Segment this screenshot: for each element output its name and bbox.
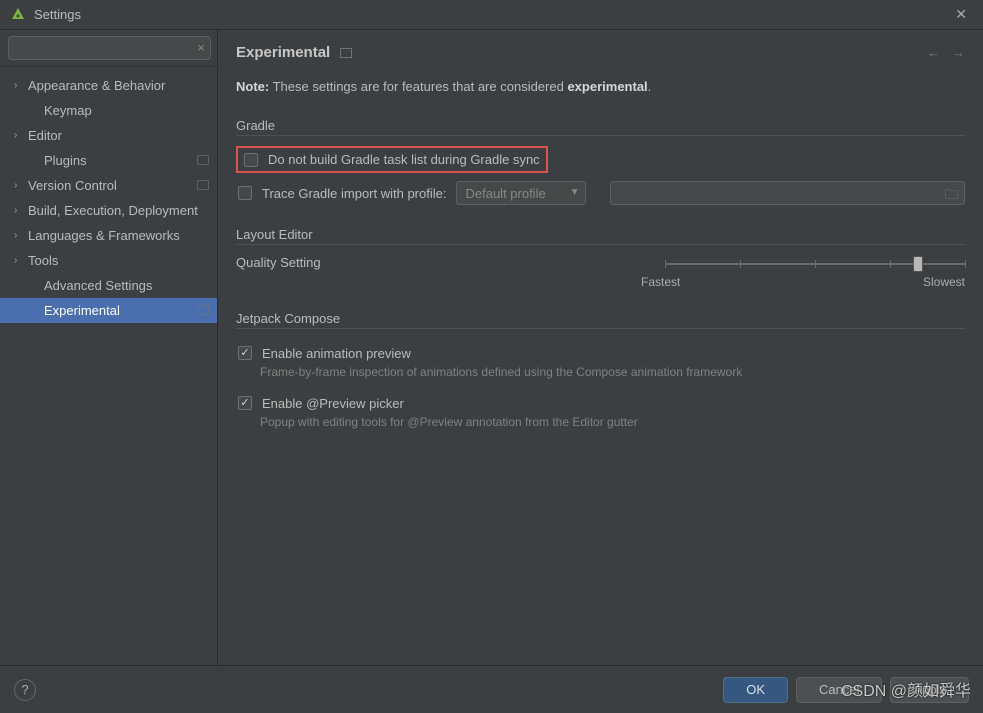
trace-gradle-label: Trace Gradle import with profile: [262, 186, 446, 201]
close-icon[interactable]: ✕ [949, 6, 973, 23]
sidebar-item-tools[interactable]: ›Tools [0, 248, 217, 273]
sidebar-item-languages-frameworks[interactable]: ›Languages & Frameworks [0, 223, 217, 248]
sidebar-item-version-control[interactable]: ›Version Control [0, 173, 217, 198]
breadcrumb: Experimental [236, 44, 352, 61]
clear-search-icon[interactable]: × [197, 40, 205, 55]
enable-preview-picker-label: Enable @Preview picker [262, 396, 404, 411]
page-title: Experimental [236, 44, 330, 61]
gradle-tasklist-label: Do not build Gradle task list during Gra… [268, 152, 540, 167]
window-title: Settings [34, 7, 949, 22]
sidebar-item-keymap[interactable]: ›Keymap [0, 98, 217, 123]
sidebar-item-label: Appearance & Behavior [28, 78, 217, 93]
expand-arrow-icon: › [14, 80, 26, 91]
layout-editor-section: Layout Editor Quality Setting Fastest Sl… [236, 227, 965, 289]
quality-label: Quality Setting [236, 255, 321, 270]
sidebar-item-advanced-settings[interactable]: ›Advanced Settings [0, 273, 217, 298]
project-scope-icon [197, 155, 209, 165]
sidebar-item-build-execution-deployment[interactable]: ›Build, Execution, Deployment [0, 198, 217, 223]
sidebar-item-label: Build, Execution, Deployment [28, 203, 217, 218]
gradle-heading: Gradle [236, 118, 283, 133]
trace-gradle-checkbox[interactable] [238, 186, 252, 200]
enable-preview-picker-checkbox[interactable] [238, 396, 252, 410]
chevron-down-icon: ▼ [570, 187, 580, 198]
slider-min-label: Fastest [641, 275, 680, 289]
project-scope-icon [197, 180, 209, 190]
sidebar-item-editor[interactable]: ›Editor [0, 123, 217, 148]
sidebar-item-label: Tools [28, 253, 217, 268]
sidebar: 🔍 × ›Appearance & Behavior›Keymap›Editor… [0, 30, 218, 665]
settings-tree: ›Appearance & Behavior›Keymap›Editor›Plu… [0, 67, 217, 323]
profile-path-input[interactable]: 🗀 [610, 181, 965, 205]
quality-slider[interactable] [665, 263, 965, 265]
sidebar-item-label: Experimental [44, 303, 217, 318]
sidebar-item-label: Version Control [28, 178, 217, 193]
expand-arrow-icon: › [14, 205, 26, 216]
expand-arrow-icon: › [14, 130, 26, 141]
sidebar-item-appearance-behavior[interactable]: ›Appearance & Behavior [0, 73, 217, 98]
slider-max-label: Slowest [923, 275, 965, 289]
titlebar: Settings ✕ [0, 0, 983, 30]
slider-thumb[interactable] [913, 256, 923, 272]
project-scope-icon [340, 48, 352, 58]
note-text: Note: These settings are for features th… [236, 79, 965, 94]
gradle-section: Gradle Do not build Gradle task list dur… [236, 118, 965, 205]
sidebar-item-label: Languages & Frameworks [28, 228, 217, 243]
highlighted-option: Do not build Gradle task list during Gra… [236, 146, 548, 173]
preview-picker-desc: Popup with editing tools for @Preview an… [236, 415, 965, 429]
nav-forward-icon[interactable]: → [952, 45, 965, 60]
jetpack-section: Jetpack Compose Enable animation preview… [236, 311, 965, 429]
enable-animation-preview-checkbox[interactable] [238, 346, 252, 360]
ok-button[interactable]: OK [723, 677, 788, 703]
gradle-tasklist-checkbox[interactable] [244, 153, 258, 167]
enable-animation-preview-label: Enable animation preview [262, 346, 411, 361]
sidebar-item-experimental[interactable]: ›Experimental [0, 298, 217, 323]
layout-editor-heading: Layout Editor [236, 227, 321, 242]
nav-back-icon[interactable]: ← [927, 45, 940, 60]
footer: ? OK Cancel Apply [0, 665, 983, 713]
sidebar-item-plugins[interactable]: ›Plugins [0, 148, 217, 173]
folder-icon[interactable]: 🗀 [945, 186, 958, 208]
sidebar-item-label: Plugins [44, 153, 217, 168]
animation-preview-desc: Frame-by-frame inspection of animations … [236, 365, 965, 379]
help-button[interactable]: ? [14, 679, 36, 701]
sidebar-item-label: Editor [28, 128, 217, 143]
project-scope-icon [197, 305, 209, 315]
sidebar-item-label: Advanced Settings [44, 278, 217, 293]
watermark: CSDN @颜如舜华 [841, 677, 971, 701]
android-studio-icon [10, 7, 26, 23]
jetpack-heading: Jetpack Compose [236, 311, 348, 326]
profile-select[interactable]: Default profile ▼ [456, 181, 586, 205]
expand-arrow-icon: › [14, 180, 26, 191]
content-panel: Experimental ← → Note: These settings ar… [218, 30, 983, 665]
search-input[interactable] [8, 36, 211, 60]
expand-arrow-icon: › [14, 255, 26, 266]
profile-select-value: Default profile [465, 186, 545, 201]
expand-arrow-icon: › [14, 230, 26, 241]
sidebar-item-label: Keymap [44, 103, 217, 118]
